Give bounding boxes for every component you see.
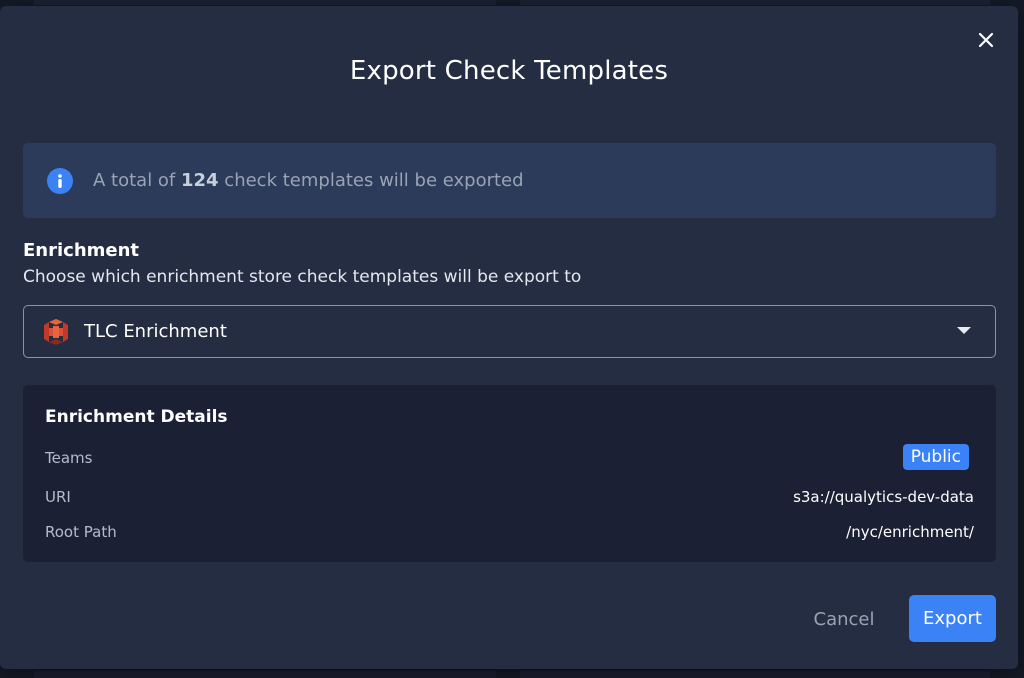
enrichment-store-logo-icon	[44, 318, 68, 345]
root-path-value: /nyc/enrichment/	[846, 523, 974, 541]
teams-badge: Public	[902, 444, 969, 470]
close-icon[interactable]	[978, 32, 994, 48]
details-title: Enrichment Details	[45, 407, 228, 427]
export-button[interactable]: Export	[909, 595, 996, 642]
close-button[interactable]	[972, 26, 1000, 54]
chevron-down-icon[interactable]	[957, 327, 971, 334]
enrichment-label: Enrichment	[23, 240, 140, 261]
info-suffix: check templates will be exported	[218, 170, 524, 191]
uri-label: URI	[45, 488, 71, 506]
uri-value: s3a://qualytics-dev-data	[793, 488, 974, 506]
cancel-button[interactable]: Cancel	[800, 596, 888, 642]
teams-label: Teams	[45, 449, 93, 467]
background-panel	[520, 0, 990, 5]
info-message: A total of 124 check templates will be e…	[93, 170, 524, 191]
dialog-title: Export Check Templates	[349, 56, 669, 86]
info-icon	[47, 167, 73, 194]
enrichment-description: Choose which enrichment store check temp…	[23, 267, 582, 287]
root-path-label: Root Path	[45, 523, 117, 541]
info-prefix: A total of	[93, 170, 181, 191]
background-panel	[34, 0, 496, 5]
export-dialog: Export Check Templates A total of 124 ch…	[0, 6, 1018, 669]
enrichment-select-value: TLC Enrichment	[84, 321, 227, 342]
info-banner: A total of 124 check templates will be e…	[23, 143, 996, 218]
enrichment-select[interactable]: TLC Enrichment	[23, 305, 996, 358]
background-panel	[34, 671, 496, 678]
enrichment-details-panel: Enrichment Details Teams Public URI s3a:…	[23, 385, 996, 562]
template-count: 124	[181, 170, 219, 191]
background-panel	[520, 671, 990, 678]
